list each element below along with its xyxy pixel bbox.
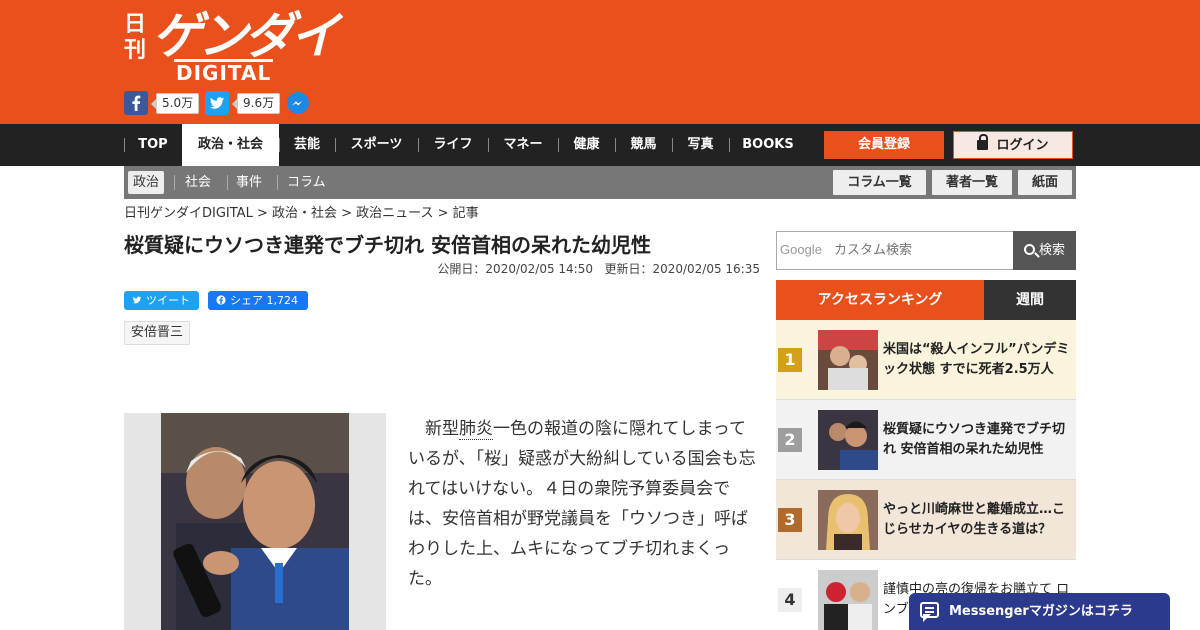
- nav-item-photo[interactable]: 写真: [672, 124, 729, 166]
- logo-main: ゲンダイ: [152, 7, 340, 65]
- site-logo[interactable]: 日刊 ゲンダイ DIGITAL: [124, 7, 340, 85]
- rank-title: やっと川崎麻世と離婚成立…こじらせカイヤの生きる道は？: [883, 502, 1066, 537]
- nav-item-politics[interactable]: 政治・社会: [182, 124, 279, 166]
- rank-number: 4: [778, 588, 802, 612]
- nav-item-horse-racing[interactable]: 競馬: [615, 124, 672, 166]
- breadcrumb[interactable]: 日刊ゲンダイDIGITAL > 政治・社会 > 政治ニュース > 記事: [124, 205, 479, 223]
- article-body: 新型肺炎一色の報道の陰に隠れてしまっているが、「桜」疑惑が大紛糾している国会も忘…: [408, 414, 756, 594]
- login-label: ログイン: [996, 138, 1049, 153]
- search-button[interactable]: 検索: [1013, 231, 1076, 270]
- rank-thumbnail: [818, 410, 878, 470]
- rank-thumbnail: [818, 570, 878, 630]
- column-list-button[interactable]: コラム一覧: [833, 170, 926, 195]
- login-button[interactable]: ログイン: [953, 131, 1073, 159]
- facebook-icon[interactable]: [124, 91, 148, 115]
- photo-image: [161, 413, 349, 630]
- rank-title: 桜質疑にウソつき連発でブチ切れ 安倍首相の呆れた幼児性: [883, 422, 1066, 457]
- nav-item-top[interactable]: TOP: [124, 124, 182, 166]
- ranking-item[interactable]: 3 やっと川崎麻世と離婚成立…こじらせカイヤの生きる道は？: [776, 480, 1076, 560]
- rank-number: 1: [778, 348, 802, 372]
- article-photo: [124, 413, 386, 630]
- search-icon: [1023, 244, 1035, 255]
- subnav-item-column[interactable]: コラム: [282, 171, 331, 194]
- body-rest: 一色の報道の陰に隠れてしまっているが、「桜」疑惑が大紛糾している国会も忘れてはい…: [408, 419, 756, 589]
- messenger-magazine-button[interactable]: Messengerマガジンはコチラ: [909, 593, 1170, 630]
- keyword-link[interactable]: 肺炎: [459, 419, 493, 440]
- ranking-item[interactable]: 2 桜質疑にウソつき連発でブチ切れ 安倍首相の呆れた幼児性: [776, 400, 1076, 480]
- logo-sub: DIGITAL: [173, 59, 274, 85]
- paper-button[interactable]: 紙面: [1018, 170, 1072, 195]
- article-title: 桜質疑にウソつき連発でブチ切れ 安倍首相の呆れた幼児性: [124, 233, 651, 257]
- twitter-icon: [132, 296, 142, 304]
- nav-item-entertainment[interactable]: 芸能: [279, 124, 335, 166]
- ranking-item[interactable]: 1 米国は“殺人インフル”パンデミック状態 すでに死者2.5万人: [776, 320, 1076, 400]
- chat-icon: [920, 602, 939, 622]
- subnav-item-politics[interactable]: 政治: [128, 171, 165, 194]
- lock-icon: [977, 134, 989, 150]
- messenger-label: Messengerマガジンはコチラ: [949, 604, 1133, 619]
- updated-date: 更新日：2020/02/05 16:35: [604, 262, 760, 276]
- facebook-share-button[interactable]: シェア 1,724: [208, 291, 308, 310]
- rank-title: 米国は“殺人インフル”パンデミック状態 すでに死者2.5万人: [883, 342, 1070, 377]
- tab-access-ranking[interactable]: アクセスランキング: [776, 280, 984, 320]
- nav-item-life[interactable]: ライフ: [418, 124, 488, 166]
- facebook-count: 5.0万: [150, 93, 200, 114]
- subnav-divider: [277, 175, 278, 190]
- site-header: 日刊 ゲンダイ DIGITAL 5.0万 9.6万: [0, 0, 1200, 124]
- published-date: 公開日：2020/02/05 14:50: [437, 262, 593, 276]
- register-button[interactable]: 会員登録: [824, 131, 944, 159]
- rank-thumbnail: [818, 330, 878, 390]
- search-box: Google: [776, 231, 1014, 270]
- search-button-label: 検索: [1038, 243, 1065, 258]
- rank-thumbnail: [818, 490, 878, 550]
- search-input[interactable]: [834, 232, 1004, 269]
- nav-item-sports[interactable]: スポーツ: [335, 124, 418, 166]
- nav-item-health[interactable]: 健康: [558, 124, 615, 166]
- ranking-tabs: アクセスランキング 週間: [776, 280, 1076, 320]
- article-dates: 公開日：2020/02/05 14:50 更新日：2020/02/05 16:3…: [437, 261, 760, 277]
- rank-number: 3: [778, 508, 802, 532]
- tweet-button[interactable]: ツイート: [124, 291, 199, 310]
- twitter-count: 9.6万: [231, 93, 281, 114]
- twitter-icon[interactable]: [205, 91, 229, 115]
- subnav-item-incidents[interactable]: 事件: [231, 171, 267, 194]
- subnav-item-society[interactable]: 社会: [180, 171, 216, 194]
- tweet-label: ツイート: [146, 294, 190, 307]
- logo-nikkan: 日刊: [124, 12, 147, 63]
- tab-weekly[interactable]: 週間: [984, 280, 1076, 320]
- facebook-icon: [216, 295, 226, 305]
- nav-item-money[interactable]: マネー: [488, 124, 558, 166]
- author-list-button[interactable]: 著者一覧: [932, 170, 1012, 195]
- main-nav: TOP 政治・社会 芸能 スポーツ ライフ マネー 健康 競馬 写真 BOOKS…: [0, 124, 1200, 166]
- rank-number: 2: [778, 428, 802, 452]
- share-label: シェア 1,724: [230, 294, 298, 307]
- nav-item-books[interactable]: BOOKS: [729, 124, 807, 166]
- messenger-icon[interactable]: [286, 91, 310, 115]
- article-tag[interactable]: 安倍晋三: [124, 321, 191, 345]
- sub-nav: 政治 社会 事件 コラム コラム一覧 著者一覧 紙面: [124, 166, 1076, 199]
- google-label: Google: [780, 242, 822, 257]
- body-lead: 新型: [425, 419, 459, 439]
- subnav-divider: [174, 175, 175, 190]
- subnav-divider: [227, 175, 228, 190]
